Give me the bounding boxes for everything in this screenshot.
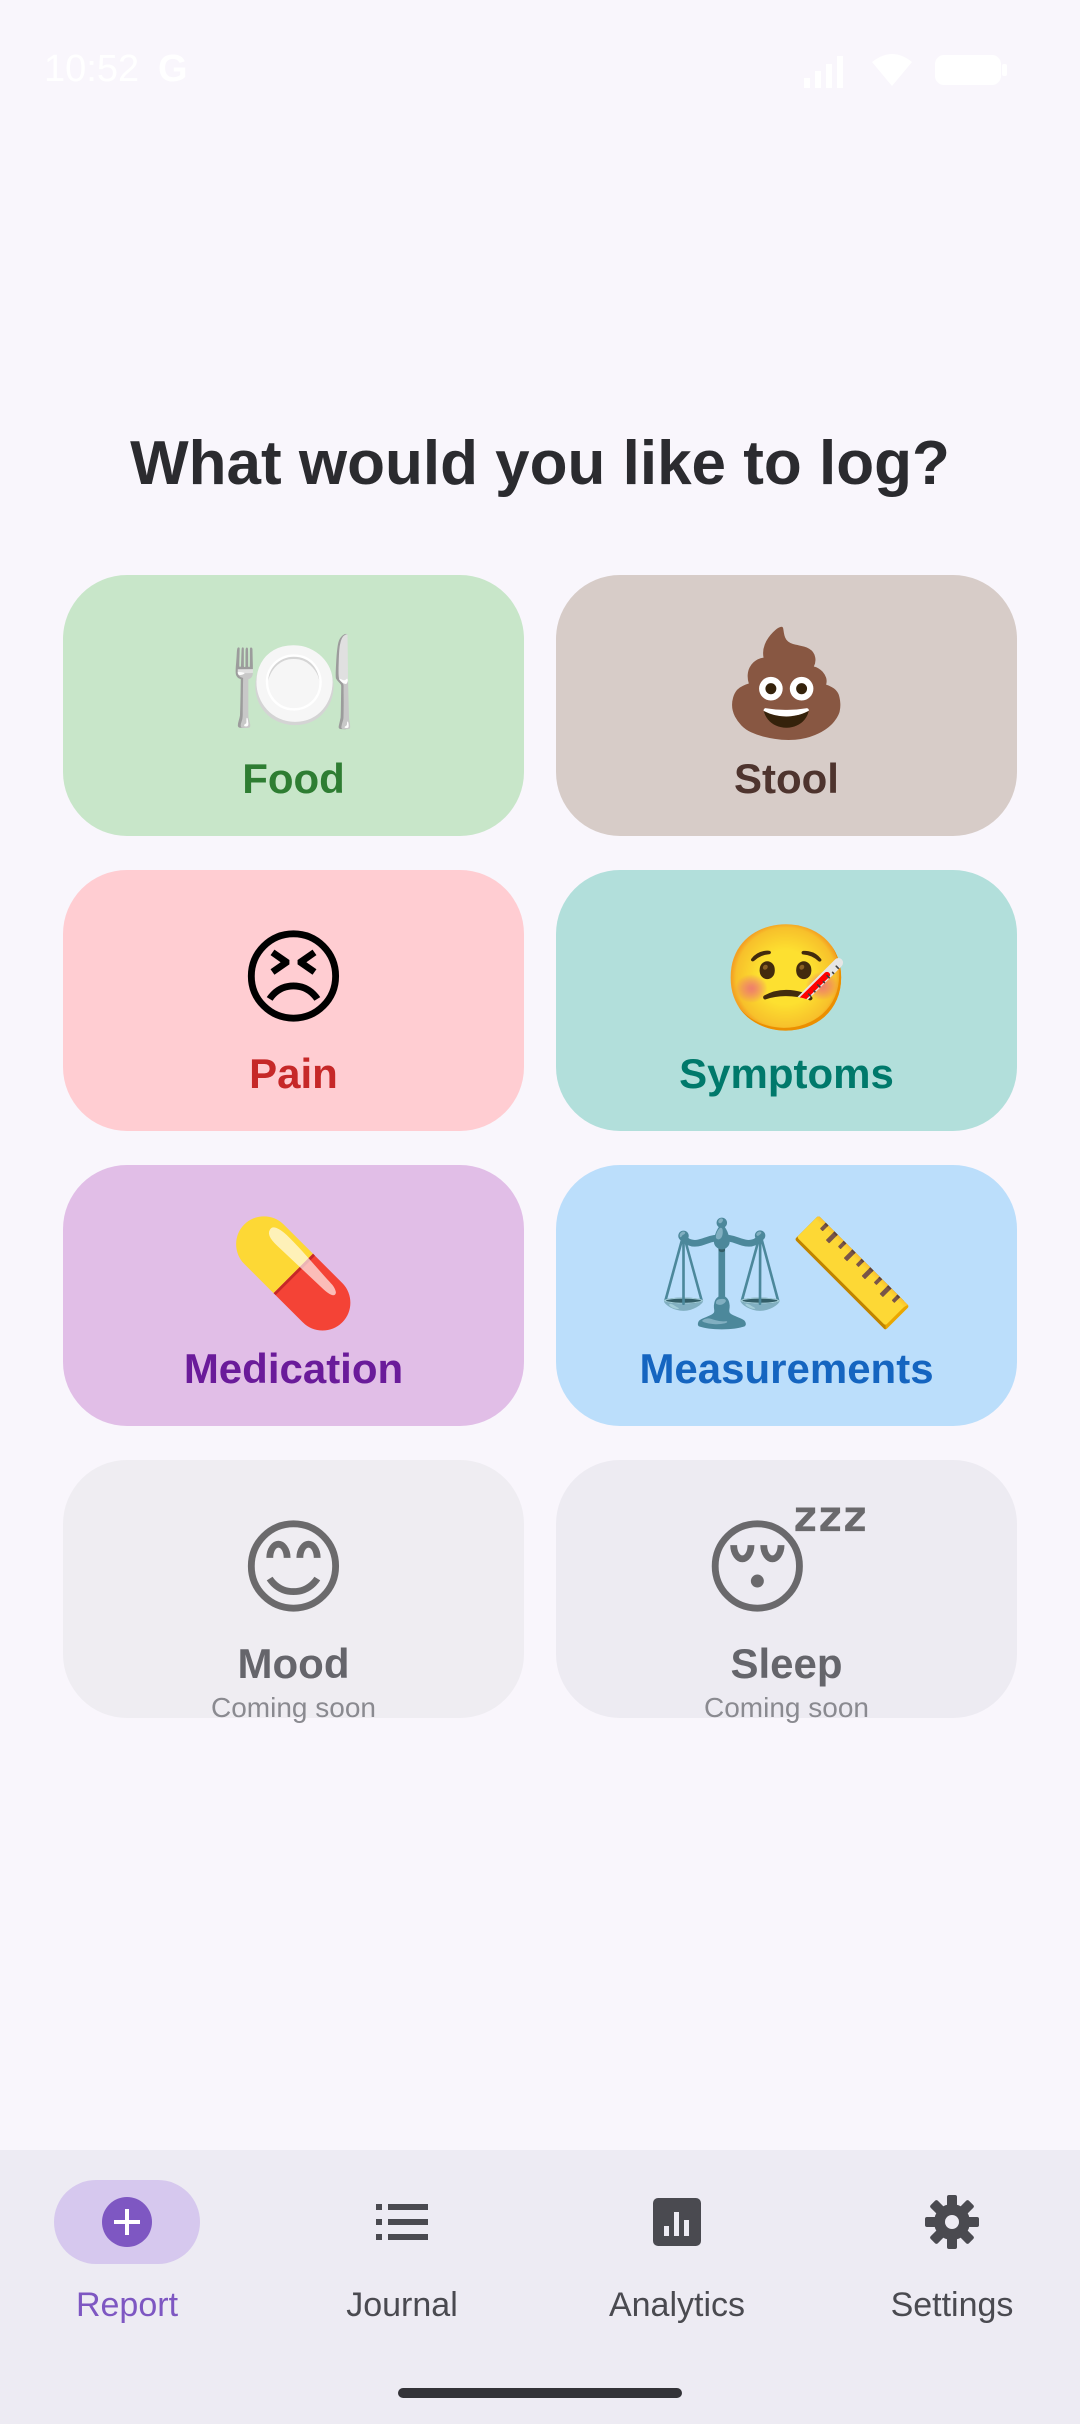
tile-food[interactable]: 🍽️ Food [63, 575, 524, 836]
tile-medication[interactable]: 💊 Medication [63, 1165, 524, 1426]
tile-label: Measurements [639, 1345, 934, 1392]
add-circle-icon [102, 2197, 152, 2247]
scale-ruler-icon: ⚖️📏 [657, 1212, 916, 1334]
tile-label: Pain [249, 1050, 338, 1097]
tile-mood: 😊 Mood Coming soon [63, 1460, 524, 1723]
list-icon [376, 2204, 428, 2240]
battery-icon [935, 55, 1007, 85]
google-icon: G [158, 48, 188, 90]
tile-stool[interactable]: 💩 Stool [556, 575, 1017, 836]
thermometer-face-icon: 🤒 [721, 917, 852, 1039]
status-time: 10:52 [44, 48, 140, 90]
status-icons [802, 52, 1008, 88]
tile-label: Food [242, 755, 345, 802]
tile-pain[interactable]: 😣 Pain [63, 870, 524, 1131]
sleeping-face-icon: 😴 [703, 1507, 870, 1629]
nav-label: Settings [890, 2286, 1014, 2324]
nav-item-report[interactable]: Report [17, 2180, 237, 2325]
tile-label: Medication [183, 1345, 404, 1392]
pill-icon: 💊 [228, 1212, 359, 1334]
tile-symptoms[interactable]: 🤒 Symptoms [556, 870, 1017, 1131]
smile-face-icon: 😊 [239, 1507, 348, 1629]
gear-icon [925, 2195, 979, 2249]
tile-label: Mood [237, 1640, 350, 1687]
nav-label: Analytics [608, 2286, 746, 2324]
tile-label: Stool [734, 755, 839, 802]
poop-icon: 💩 [721, 622, 852, 744]
page-title: What would you like to log? [130, 429, 950, 498]
coming-soon-label: Coming soon [704, 1692, 869, 1723]
pain-face-icon: 😣 [239, 917, 348, 1039]
status-bar: 10:52 G [0, 0, 1080, 140]
nav-label: Journal [346, 2286, 458, 2324]
coming-soon-label: Coming soon [211, 1692, 376, 1723]
bar-chart-icon [653, 2198, 701, 2246]
bottom-navigation: Report Journal Analytics Settings [0, 2150, 1080, 2424]
signal-icon [804, 56, 843, 88]
nav-item-settings[interactable]: Settings [842, 2180, 1062, 2325]
nav-item-analytics[interactable]: Analytics [567, 2180, 787, 2325]
wifi-icon [872, 54, 912, 86]
tile-label: Sleep [730, 1640, 843, 1687]
tile-sleep: 😴 Sleep Coming soon [556, 1460, 1017, 1723]
nav-item-journal[interactable]: Journal [292, 2180, 512, 2325]
nav-active-indicator [54, 2180, 200, 2264]
nav-icon-wrap [329, 2180, 475, 2264]
nav-icon-wrap [604, 2180, 750, 2264]
home-indicator[interactable] [398, 2388, 682, 2398]
tile-label: Symptoms [679, 1050, 894, 1097]
nav-icon-wrap [879, 2180, 1025, 2264]
tile-measurements[interactable]: ⚖️📏 Measurements [556, 1165, 1017, 1426]
nav-label: Report [75, 2286, 179, 2324]
plate-icon: 🍽️ [228, 622, 359, 744]
